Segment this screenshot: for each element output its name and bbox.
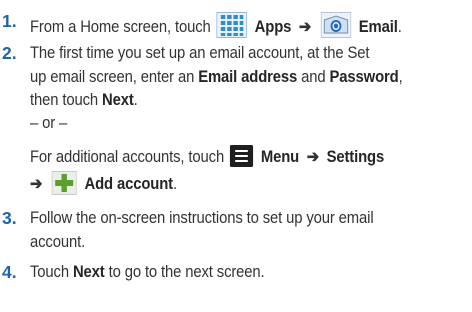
step-number: 3.: [2, 208, 17, 228]
step-text: Touch: [30, 263, 69, 281]
step-text: then touch: [30, 91, 99, 109]
step-2-line-3: then touch Next.: [30, 90, 138, 110]
step-text: .: [172, 175, 177, 193]
step-text: For additional accounts, touch: [30, 148, 225, 166]
step-text: up email screen, enter an: [30, 68, 195, 86]
step-text: .: [397, 18, 402, 36]
next-label: Next: [102, 91, 134, 109]
step-text: From a Home screen, touch: [30, 18, 211, 36]
step-2-line-2: up email screen, enter an Email address …: [30, 67, 403, 87]
instructions-document: 1. From a Home screen, touch Apps ➔ Emai…: [0, 0, 472, 312]
step-1-line-1: From a Home screen, touch Apps ➔ Email.: [30, 12, 402, 43]
step-text: to go to the next screen.: [108, 263, 265, 281]
step-number: 4.: [2, 262, 17, 282]
arrow-icon: ➔: [30, 175, 43, 193]
email-address-label: Email address: [198, 68, 298, 86]
step-2-line-6: ➔ Add account.: [30, 171, 177, 200]
step-number: 2.: [2, 43, 17, 63]
add-account-label: Add account: [84, 175, 174, 193]
apps-grid-icon: [216, 12, 248, 43]
step-text: .: [133, 91, 138, 109]
step-text: ,: [398, 68, 403, 86]
next-label: Next: [72, 263, 105, 281]
password-label: Password: [329, 68, 399, 86]
arrow-icon: ➔: [298, 18, 312, 36]
apps-label: Apps: [254, 18, 292, 36]
settings-label: Settings: [326, 148, 385, 166]
menu-icon: [229, 145, 254, 172]
step-3-line-1: Follow the on-screen instructions to set…: [30, 209, 374, 227]
step-3-line-2: account.: [30, 233, 86, 251]
step-2-line-5: For additional accounts, touch Menu ➔ Se…: [30, 145, 384, 172]
add-plus-icon: [51, 171, 77, 200]
menu-label: Menu: [260, 148, 300, 166]
step-2-line-1: The first time you set up an email accou…: [30, 44, 370, 62]
arrow-icon: ➔: [306, 148, 320, 166]
step-text: and: [301, 68, 326, 86]
email-label: Email: [358, 18, 398, 36]
email-envelope-icon: [320, 12, 352, 43]
step-number: 1.: [2, 11, 17, 31]
or-separator: – or –: [30, 114, 68, 132]
step-4-line-1: Touch Next to go to the next screen.: [30, 262, 265, 282]
